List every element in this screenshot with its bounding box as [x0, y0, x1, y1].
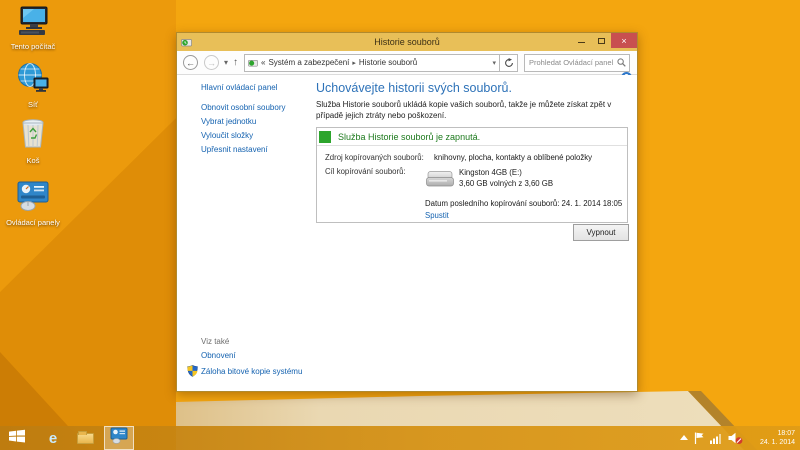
sidebar-item-advanced-settings[interactable]: Upřesnit nastavení: [201, 145, 268, 154]
control-panel-icon: [110, 427, 128, 449]
address-bar[interactable]: « Systém a zabezpečení ▸ Historie soubor…: [244, 54, 500, 72]
search-input[interactable]: [525, 58, 613, 67]
usb-drive-icon: [425, 168, 455, 190]
copy-source-value: knihovny, plocha, kontakty a oblíbené po…: [434, 153, 592, 162]
file-history-status-panel: Služba Historie souborů je zapnutá. Zdro…: [316, 127, 628, 223]
folder-icon: [77, 433, 94, 444]
desktop-icon-label: Tento počítač: [4, 42, 62, 51]
control-panel-icon: [15, 199, 51, 216]
breadcrumb-separator-icon: ▸: [352, 59, 356, 67]
shield-icon: [187, 365, 198, 377]
desktop: Tento počítač Síť Koš: [0, 0, 800, 450]
sidebar-item-control-panel-home[interactable]: Hlavní ovládací panel: [201, 83, 278, 92]
page-description: Služba Historie souborů ukládá kopie vaš…: [316, 99, 628, 121]
desktop-icon-control-panel[interactable]: Ovládací panely: [4, 180, 62, 227]
desktop-icon-network[interactable]: Síť: [4, 62, 62, 109]
file-history-window: Historie souborů × ← → ▾ ↑ « Systém a za…: [176, 32, 638, 392]
sidebar-item-exclude-folders[interactable]: Vyloučit složky: [201, 131, 253, 140]
control-panel-taskbar-button[interactable]: [104, 426, 134, 450]
status-on-icon: [319, 131, 331, 143]
volume-muted-icon[interactable]: [728, 426, 743, 450]
close-button[interactable]: ×: [611, 33, 637, 48]
desktop-icon-label: Ovládací panely: [4, 218, 62, 227]
search-icon[interactable]: [617, 58, 626, 67]
desktop-icon-this-pc[interactable]: Tento počítač: [4, 6, 62, 51]
desktop-icon-label: Koš: [4, 156, 62, 165]
breadcrumb-parent[interactable]: Systém a zabezpečení: [268, 58, 349, 67]
file-explorer-taskbar-button[interactable]: [72, 426, 98, 450]
turn-off-button[interactable]: Vypnout: [573, 224, 629, 241]
computer-icon: [16, 23, 50, 40]
sidebar-item-select-drive[interactable]: Vybrat jednotku: [201, 117, 256, 126]
clock-time: 18:07: [749, 429, 795, 438]
address-dropdown-chevron-icon[interactable]: ▾: [493, 59, 497, 67]
action-center-flag-icon[interactable]: [694, 426, 704, 450]
recycle-bin-icon: [20, 137, 46, 154]
show-hidden-icons-chevron-icon[interactable]: [680, 426, 688, 450]
window-content: Hlavní ovládací panel Obnovit osobní sou…: [177, 75, 637, 391]
desktop-icon-label: Síť: [4, 100, 62, 109]
window-titlebar: Historie souborů ×: [177, 33, 637, 51]
search-box: [524, 54, 630, 72]
sidebar-link-recovery[interactable]: Obnovení: [201, 351, 236, 360]
run-now-link[interactable]: Spustit: [425, 211, 449, 220]
internet-explorer-icon: e: [49, 431, 57, 446]
minimize-button[interactable]: [571, 33, 591, 48]
recent-pages-chevron-icon[interactable]: ▾: [224, 58, 228, 67]
refresh-button[interactable]: [500, 54, 518, 72]
drive-name: Kingston 4GB (E:): [459, 168, 522, 177]
clock-date: 24. 1. 2014: [749, 438, 795, 447]
sidebar-item-restore-personal-files[interactable]: Obnovit osobní soubory: [201, 103, 286, 112]
navigation-toolbar: ← → ▾ ↑ « Systém a zabezpečení ▸ Histori…: [177, 51, 637, 75]
copy-target-label: Cíl kopírování souborů:: [325, 167, 406, 176]
window-title: Historie souborů: [177, 37, 637, 47]
windows-logo-icon: [9, 429, 25, 448]
page-title: Uchovávejte historii svých souborů.: [316, 81, 512, 95]
desktop-icon-recycle-bin[interactable]: Koš: [4, 118, 62, 165]
taskbar: e: [0, 426, 800, 450]
last-backup-date: Datum posledního kopírování souborů: 24.…: [425, 199, 622, 208]
maximize-button[interactable]: [591, 33, 611, 48]
see-also-heading: Viz také: [201, 337, 229, 346]
drive-free-space: 3,60 GB volných z 3,60 GB: [459, 179, 553, 188]
status-text: Služba Historie souborů je zapnutá.: [338, 132, 480, 142]
back-button[interactable]: ←: [183, 55, 198, 70]
address-location-icon: [248, 58, 258, 68]
sidebar-link-system-image-backup[interactable]: Záloha bitové kopie systému: [201, 367, 302, 376]
network-icon: [16, 81, 50, 98]
up-button[interactable]: ↑: [233, 57, 238, 68]
forward-button[interactable]: →: [204, 55, 219, 70]
breadcrumb-overflow[interactable]: «: [261, 58, 265, 67]
start-button[interactable]: [2, 426, 32, 450]
internet-explorer-taskbar-button[interactable]: e: [40, 426, 66, 450]
network-signal-icon[interactable]: [710, 426, 722, 450]
taskbar-clock[interactable]: 18:07 24. 1. 2014: [749, 429, 795, 448]
status-row: Služba Historie souborů je zapnutá.: [317, 128, 627, 146]
copy-source-label: Zdroj kopírovaných souborů:: [325, 153, 424, 162]
breadcrumb-current[interactable]: Historie souborů: [359, 58, 417, 67]
